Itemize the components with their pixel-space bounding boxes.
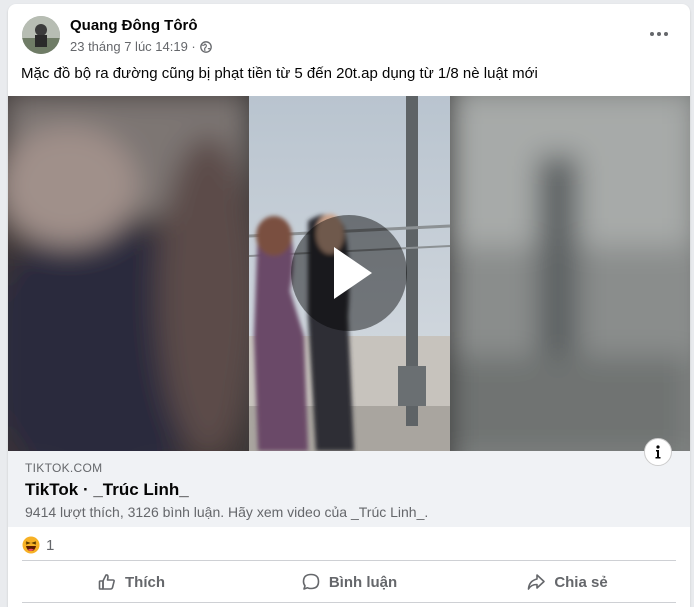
comment-icon — [302, 573, 320, 590]
post-meta: 23 tháng 7 lúc 14:19 · — [70, 39, 212, 54]
divider — [22, 560, 676, 561]
post-card: Quang Đông Tôrô 23 tháng 7 lúc 14:19 · M… — [8, 4, 690, 607]
link-domain: TIKTOK.COM — [25, 461, 103, 475]
post-actions: Thích Bình luận Chia sẻ — [22, 564, 676, 600]
share-icon — [528, 574, 546, 590]
info-icon[interactable] — [644, 438, 672, 466]
divider — [22, 602, 676, 603]
post-timestamp[interactable]: 23 tháng 7 lúc 14:19 · — [70, 39, 196, 54]
more-options-icon[interactable] — [644, 24, 674, 44]
like-button[interactable]: Thích — [22, 564, 240, 600]
post-caption: Mặc đồ bộ ra đường cũng bị phạt tiền từ … — [21, 65, 538, 82]
comment-label: Bình luận — [328, 573, 398, 591]
author-name[interactable]: Quang Đông Tôrô — [70, 17, 197, 34]
video-thumbnail[interactable] — [8, 96, 690, 451]
link-title[interactable]: TikTok · _Trúc Linh_ — [25, 480, 189, 500]
avatar[interactable] — [22, 16, 60, 54]
reaction-count: 1 — [46, 536, 55, 554]
globe-icon — [199, 40, 212, 53]
share-label: Chia sẻ — [554, 573, 608, 591]
haha-reaction-icon — [22, 536, 40, 554]
post-header: Quang Đông Tôrô 23 tháng 7 lúc 14:19 · — [8, 4, 690, 64]
reaction-summary[interactable]: 1 — [22, 535, 54, 555]
video-frame — [8, 96, 690, 451]
link-description: 9414 lượt thích, 3126 bình luận. Hãy xem… — [25, 504, 429, 520]
like-label: Thích — [125, 573, 165, 591]
thumbs-up-icon — [98, 574, 115, 590]
share-button[interactable]: Chia sẻ — [458, 564, 676, 600]
comment-button[interactable]: Bình luận — [240, 564, 458, 600]
link-preview[interactable]: TIKTOK.COM TikTok · _Trúc Linh_ 9414 lượ… — [8, 451, 690, 527]
